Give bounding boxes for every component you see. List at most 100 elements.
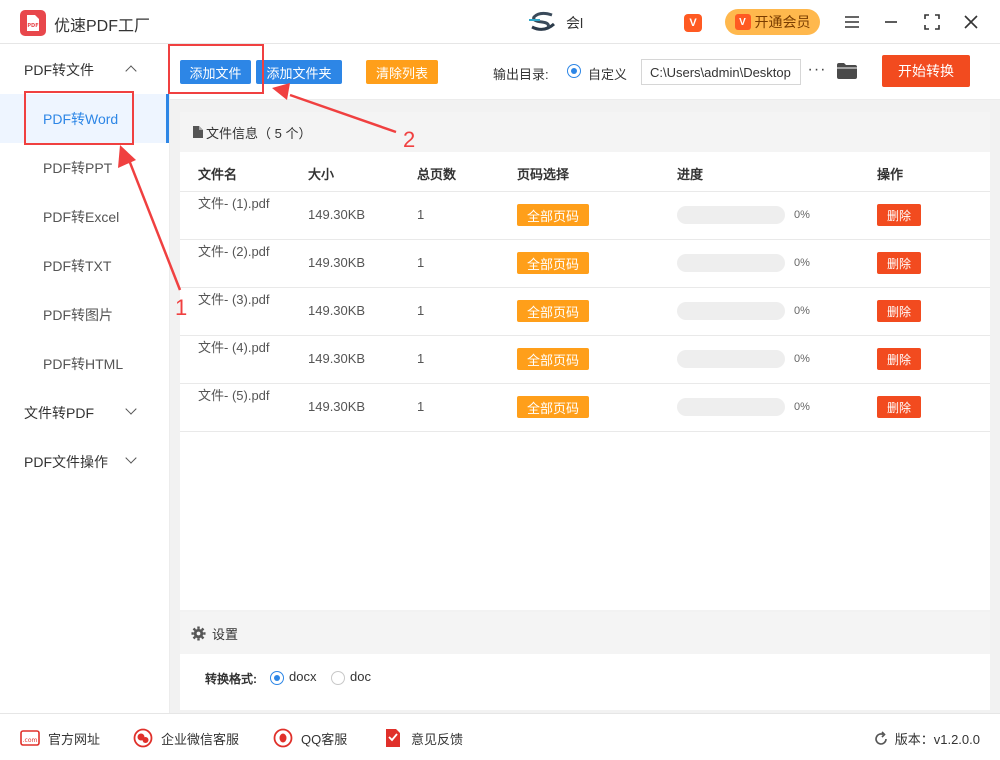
- refresh-icon[interactable]: [873, 730, 889, 747]
- brand-text: 会l: [566, 15, 584, 31]
- col-filename: 文件名: [198, 167, 238, 182]
- file-pages-cell: 1: [417, 255, 425, 270]
- sidebar-item-label: PDF转Excel: [43, 208, 120, 225]
- app-logo-icon: PDF: [20, 10, 46, 36]
- file-name-cell: 文件- (5).pdf: [198, 388, 270, 403]
- footer: .com 官方网址 企业微信客服 QQ客服 意见反馈 版本：v1.2.0.0: [0, 713, 1000, 760]
- file-size-cell: 149.30KB: [308, 255, 366, 270]
- version-text: 版本：v1.2.0.0: [894, 732, 980, 747]
- file-size-cell: 149.30KB: [308, 351, 366, 366]
- add-folder-button[interactable]: 添加文件夹: [256, 60, 342, 84]
- menu-icon[interactable]: [841, 11, 863, 33]
- file-list-panel: 文件信息（ 5 个） 文件名 大小 总页数 页码选择 进度 操作 文件- (1)…: [180, 112, 990, 610]
- format-docx-label: docx: [289, 669, 317, 684]
- vip-button[interactable]: V 开通会员: [725, 9, 820, 35]
- file-panel-title: 文件信息（ 5 个）: [206, 125, 312, 141]
- vip-badge-icon[interactable]: V: [684, 14, 702, 32]
- sidebar-group-file-to-pdf[interactable]: 文件转PDF: [0, 388, 169, 437]
- row-divider: [180, 335, 990, 336]
- sidebar-group-label: PDF文件操作: [24, 453, 108, 470]
- footer-link-label: 企业微信客服: [161, 731, 240, 747]
- file-size-cell: 149.30KB: [308, 399, 366, 414]
- sidebar-item-label: PDF转图片: [43, 306, 113, 323]
- row-divider: [180, 287, 990, 288]
- vip-button-label: 开通会员: [754, 14, 811, 30]
- sidebar-item-pdf-to-html[interactable]: PDF转HTML: [0, 339, 169, 388]
- footer-link-label: 官方网址: [48, 731, 101, 747]
- progress-percent: 0%: [794, 305, 810, 317]
- delete-button[interactable]: 删除: [877, 348, 921, 370]
- file-panel-header: 文件信息（ 5 个）: [180, 112, 990, 152]
- svg-text:PDF: PDF: [27, 23, 38, 29]
- col-size: 大小: [308, 167, 335, 182]
- output-path-input[interactable]: [641, 59, 801, 85]
- version-info: 版本：v1.2.0.0: [873, 729, 980, 748]
- start-convert-button[interactable]: 开始转换: [882, 55, 970, 87]
- sidebar-group-label: PDF转文件: [24, 61, 94, 78]
- folder-icon[interactable]: [836, 62, 858, 80]
- progress-percent: 0%: [794, 401, 810, 413]
- file-size-cell: 149.30KB: [308, 303, 366, 318]
- footer-qq-link[interactable]: QQ客服: [273, 728, 347, 748]
- delete-button[interactable]: 删除: [877, 204, 921, 226]
- file-pages-cell: 1: [417, 351, 425, 366]
- page-select-button[interactable]: 全部页码: [517, 396, 589, 418]
- sidebar-group-pdf-operations[interactable]: PDF文件操作: [0, 437, 169, 486]
- progress-percent: 0%: [794, 257, 810, 269]
- sidebar-item-pdf-to-ppt[interactable]: PDF转PPT: [0, 143, 169, 192]
- output-custom-radio[interactable]: [567, 64, 581, 78]
- col-progress: 进度: [677, 167, 704, 182]
- output-dir-label: 输出目录:: [493, 67, 549, 82]
- format-docx-radio[interactable]: [270, 671, 284, 685]
- delete-button[interactable]: 删除: [877, 300, 921, 322]
- footer-feedback-link[interactable]: 意见反馈: [383, 728, 463, 748]
- svg-text:.com: .com: [23, 737, 38, 744]
- page-select-button[interactable]: 全部页码: [517, 300, 589, 322]
- sidebar: PDF转文件 PDF转Word PDF转PPT PDF转Excel PDF转TX…: [0, 45, 170, 713]
- sidebar-item-pdf-to-excel[interactable]: PDF转Excel: [0, 192, 169, 241]
- file-pages-cell: 1: [417, 399, 425, 414]
- sidebar-group-pdf-to-file[interactable]: PDF转文件: [0, 45, 169, 94]
- sidebar-group-label: 文件转PDF: [24, 404, 94, 421]
- file-icon: [193, 126, 203, 138]
- page-select-button[interactable]: 全部页码: [517, 348, 589, 370]
- minimize-icon[interactable]: [880, 11, 902, 33]
- qq-icon: [273, 728, 293, 748]
- file-name-cell: 文件- (3).pdf: [198, 292, 270, 307]
- footer-wechat-link[interactable]: 企业微信客服: [133, 728, 239, 748]
- progress-percent: 0%: [794, 209, 810, 221]
- progress-bar: [677, 398, 785, 416]
- more-options-icon[interactable]: ···: [807, 59, 827, 81]
- page-select-button[interactable]: 全部页码: [517, 252, 589, 274]
- format-doc-radio[interactable]: [331, 671, 345, 685]
- format-label: 转换格式:: [205, 672, 257, 686]
- app-title: 优速PDF工厂: [54, 18, 151, 35]
- file-name-cell: 文件- (1).pdf: [198, 196, 270, 211]
- chevron-down-icon: [125, 403, 137, 415]
- maximize-icon[interactable]: [921, 11, 943, 33]
- settings-title: 设置: [212, 626, 239, 642]
- progress-bar: [677, 350, 785, 368]
- sidebar-item-pdf-to-image[interactable]: PDF转图片: [0, 290, 169, 339]
- delete-button[interactable]: 删除: [877, 396, 921, 418]
- title-bar: PDF 优速PDF工厂 会l V V 开通会员: [0, 0, 1000, 44]
- brand-logo-icon: [529, 11, 556, 31]
- file-pages-cell: 1: [417, 207, 425, 222]
- file-name-cell: 文件- (4).pdf: [198, 340, 270, 355]
- clear-list-button[interactable]: 清除列表: [366, 60, 438, 84]
- gear-icon: [191, 625, 206, 641]
- sidebar-item-label: PDF转TXT: [43, 257, 112, 274]
- footer-link-label: 意见反馈: [411, 731, 464, 747]
- delete-button[interactable]: 删除: [877, 252, 921, 274]
- header-divider: [180, 191, 990, 192]
- close-icon[interactable]: [960, 11, 982, 33]
- annotation-number-1: 1: [175, 295, 188, 320]
- website-icon: .com: [20, 730, 40, 746]
- format-doc-label: doc: [350, 669, 371, 684]
- annotation-box-1: [24, 91, 134, 145]
- settings-header: 设置: [180, 612, 990, 654]
- footer-website-link[interactable]: .com 官方网址: [20, 728, 100, 748]
- page-select-button[interactable]: 全部页码: [517, 204, 589, 226]
- sidebar-item-pdf-to-txt[interactable]: PDF转TXT: [0, 241, 169, 290]
- row-divider: [180, 383, 990, 384]
